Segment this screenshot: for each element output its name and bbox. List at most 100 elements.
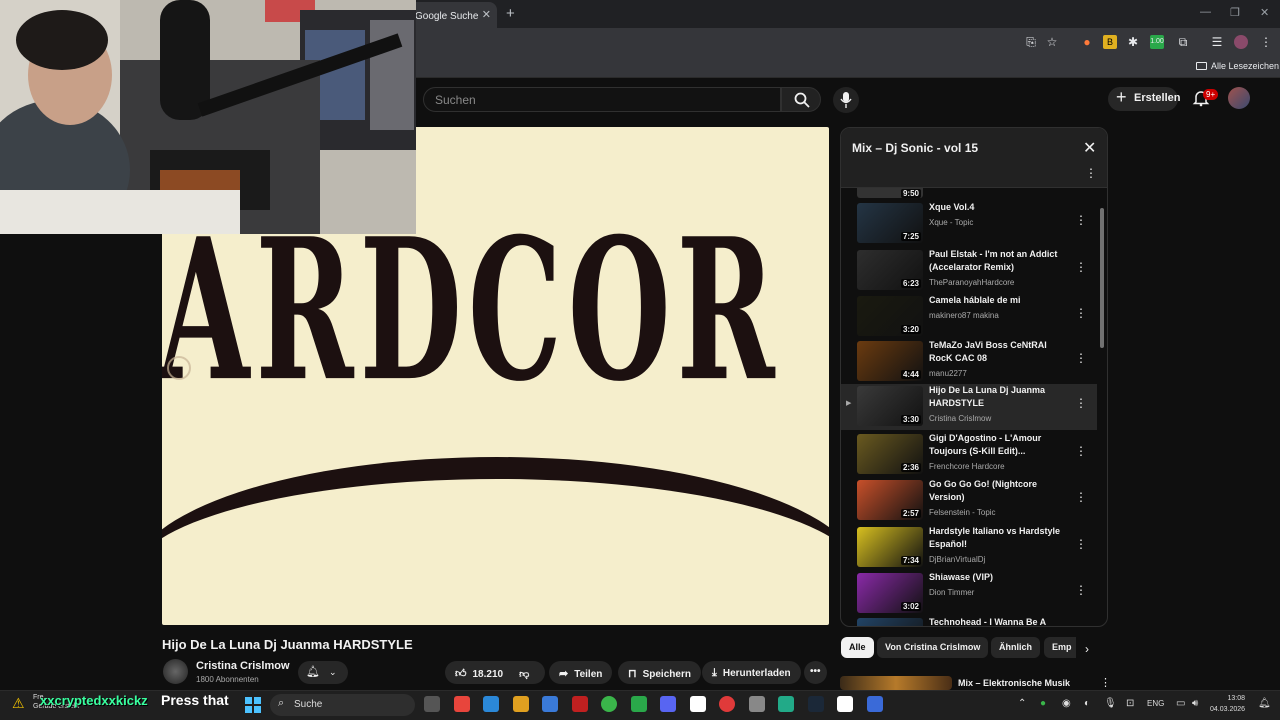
next-mix-thumbnail[interactable]: [840, 676, 952, 690]
more-actions-button[interactable]: •••: [804, 661, 827, 684]
tray-chevron-icon[interactable]: ⌃: [1018, 698, 1026, 709]
chevron-right-icon[interactable]: ›: [1085, 642, 1089, 656]
browser-menu-icon[interactable]: ⋮: [1259, 35, 1273, 49]
taskbar-app-icon[interactable]: [837, 696, 853, 712]
taskbar-app-icon[interactable]: [512, 696, 529, 712]
account-avatar[interactable]: [1228, 87, 1250, 109]
playlist-menu-icon[interactable]: ⋮: [1085, 166, 1097, 180]
playlist-item[interactable]: 7:34 Hardstyle Italiano vs Hardstyle Espa…: [841, 525, 1097, 571]
item-menu-icon[interactable]: ⋮: [1075, 351, 1087, 365]
playlist-thumbnail[interactable]: 3:02: [857, 573, 923, 613]
item-menu-icon[interactable]: ⋮: [1075, 306, 1087, 320]
playlist-thumbnail[interactable]: 2:57: [857, 480, 923, 520]
language-indicator[interactable]: ENG: [1147, 699, 1164, 708]
taskbar-app-icon[interactable]: [424, 696, 440, 712]
taskbar-app-icon[interactable]: [807, 696, 824, 712]
item-menu-icon[interactable]: ⋮: [1075, 260, 1087, 274]
minimize-icon[interactable]: —: [1200, 6, 1211, 18]
playlist-thumbnail[interactable]: [857, 618, 923, 626]
playlist-item[interactable]: 7:25 Xque Vol.4 Xque - Topic ⋮: [841, 201, 1097, 247]
close-window-icon[interactable]: ✕: [1260, 6, 1269, 19]
next-mix-title[interactable]: Mix – Elektronische Musik: [958, 678, 1070, 688]
taskbar-app-icon[interactable]: [483, 696, 499, 712]
network-icon[interactable]: ▭: [1176, 698, 1185, 709]
playlist-item[interactable]: 3:02 Shiawase (VIP) Dion Timmer ⋮: [841, 571, 1097, 617]
item-menu-icon[interactable]: ⋮: [1075, 213, 1087, 227]
channel-name[interactable]: Cristina Crislmow: [196, 660, 290, 672]
filter-chip[interactable]: Von Cristina Crislmow: [877, 637, 989, 658]
tray-discord-icon[interactable]: ◐: [1084, 698, 1090, 709]
playlist-thumbnail[interactable]: 3:20: [857, 296, 923, 336]
tray-steam-icon[interactable]: ◉: [1062, 698, 1071, 709]
all-bookmarks-button[interactable]: Alle Lesezeichen: [1196, 61, 1279, 71]
item-menu-icon[interactable]: ⋮: [1075, 444, 1087, 458]
extension-fox-icon[interactable]: ●: [1080, 35, 1094, 49]
extensions-puzzle-icon[interactable]: ⧉: [1176, 35, 1190, 49]
playlist-item[interactable]: ▶ 3:30 Hijo De La Luna Dj Juanma HARDSTYLE…: [841, 384, 1097, 430]
playlist-thumbnail[interactable]: 7:34: [857, 527, 923, 567]
playlist-thumbnail[interactable]: 6:23: [857, 250, 923, 290]
tray-mic-icon[interactable]: 🎙︎: [1104, 698, 1117, 709]
filter-chip[interactable]: Ähnlich: [991, 637, 1040, 658]
voice-search-button[interactable]: [833, 87, 859, 113]
profile-avatar-icon[interactable]: [1234, 35, 1248, 49]
filter-chip[interactable]: Alle: [841, 637, 874, 658]
item-menu-icon[interactable]: ⋮: [1075, 396, 1087, 410]
close-icon[interactable]: ✕: [1083, 138, 1096, 158]
item-menu-icon[interactable]: ⋮: [1075, 583, 1087, 597]
taskbar-app-icon[interactable]: [630, 696, 647, 712]
taskbar-app-icon[interactable]: [660, 696, 676, 712]
install-app-icon[interactable]: ⎘: [1024, 35, 1038, 49]
playlist-item[interactable]: Technohead - I Wanna Be A: [841, 616, 1097, 626]
like-button[interactable]: 👍︎ 18.210 👎︎: [445, 661, 545, 684]
reading-list-icon[interactable]: ☰: [1210, 35, 1224, 49]
playlist-thumbnail[interactable]: 2:36: [857, 434, 923, 474]
create-button[interactable]: + Erstellen: [1108, 87, 1180, 111]
item-menu-icon[interactable]: ⋮: [1075, 490, 1087, 504]
subscription-bell-button[interactable]: 🔔︎ ⌄: [298, 661, 348, 684]
taskbar-search[interactable]: ⌕ Suche: [270, 694, 415, 716]
taskbar-app-icon[interactable]: [866, 696, 883, 712]
maximize-icon[interactable]: ❐: [1230, 6, 1240, 19]
volume-icon[interactable]: 🔊︎: [1192, 698, 1198, 709]
playlist-thumbnail[interactable]: 3:30: [857, 386, 923, 426]
item-menu-icon[interactable]: ⋮: [1075, 537, 1087, 551]
playlist-item[interactable]: 4:44 TeMaZo JaVi Boss CeNtRAl RocK CAC 08…: [841, 339, 1097, 385]
taskbar-app-icon[interactable]: [689, 696, 706, 712]
playlist-thumbnail[interactable]: 4:44: [857, 341, 923, 381]
taskbar-app-icon[interactable]: [601, 696, 617, 712]
clock[interactable]: 13:08 04.03.2026: [1210, 693, 1245, 715]
taskbar-app-icon[interactable]: [453, 696, 470, 712]
new-tab-icon[interactable]: +: [506, 5, 515, 22]
save-button[interactable]: ⊓ Speichern: [618, 661, 701, 684]
browser-tab[interactable]: Google Suche ✕: [405, 2, 497, 28]
tray-app-icon[interactable]: ●: [1040, 698, 1046, 709]
taskbar-app-icon[interactable]: [719, 696, 735, 712]
windows-start-icon[interactable]: [245, 697, 261, 713]
download-button[interactable]: ⤓ Herunterladen: [702, 661, 801, 684]
bookmark-star-icon[interactable]: ☆: [1045, 35, 1059, 49]
share-button[interactable]: ➦ Teilen: [549, 661, 613, 684]
taskbar-app-icon[interactable]: [571, 696, 588, 712]
tab-close-icon[interactable]: ✕: [482, 8, 491, 21]
taskbar-app-icon[interactable]: [748, 696, 765, 712]
channel-avatar[interactable]: [163, 659, 188, 684]
search-input[interactable]: Suchen: [423, 87, 781, 112]
playlist-thumb-partial[interactable]: 9:50: [857, 188, 923, 198]
playlist-thumbnail[interactable]: 7:25: [857, 203, 923, 243]
next-mix-menu-icon[interactable]: ⋮: [1100, 676, 1111, 689]
search-button[interactable]: [781, 87, 821, 112]
taskbar-app-icon[interactable]: [542, 696, 558, 712]
filter-chip[interactable]: Emp: [1044, 637, 1076, 658]
extension-b-icon[interactable]: B: [1103, 35, 1117, 49]
playlist-item[interactable]: 2:36 Gigi D'Agostino - L'Amour Toujours (…: [841, 432, 1097, 478]
notification-center-icon[interactable]: 🔔︎: [1258, 698, 1271, 709]
playlist-item[interactable]: 6:23 Paul Elstak - I'm not an Addict (Acc…: [841, 248, 1097, 294]
playlist-item[interactable]: 2:57 Go Go Go Go! (Nightcore Version) Fels…: [841, 478, 1097, 524]
extension-translate-icon[interactable]: ✱: [1126, 35, 1140, 49]
extension-counter-icon[interactable]: 1.00: [1150, 35, 1164, 49]
tray-ethernet-icon[interactable]: ⊡: [1126, 698, 1134, 709]
taskbar-app-icon[interactable]: [778, 696, 794, 712]
playlist-scrollbar[interactable]: [1100, 208, 1104, 348]
playlist-item[interactable]: 3:20 Camela háblale de mi makinero87 makin…: [841, 294, 1097, 340]
